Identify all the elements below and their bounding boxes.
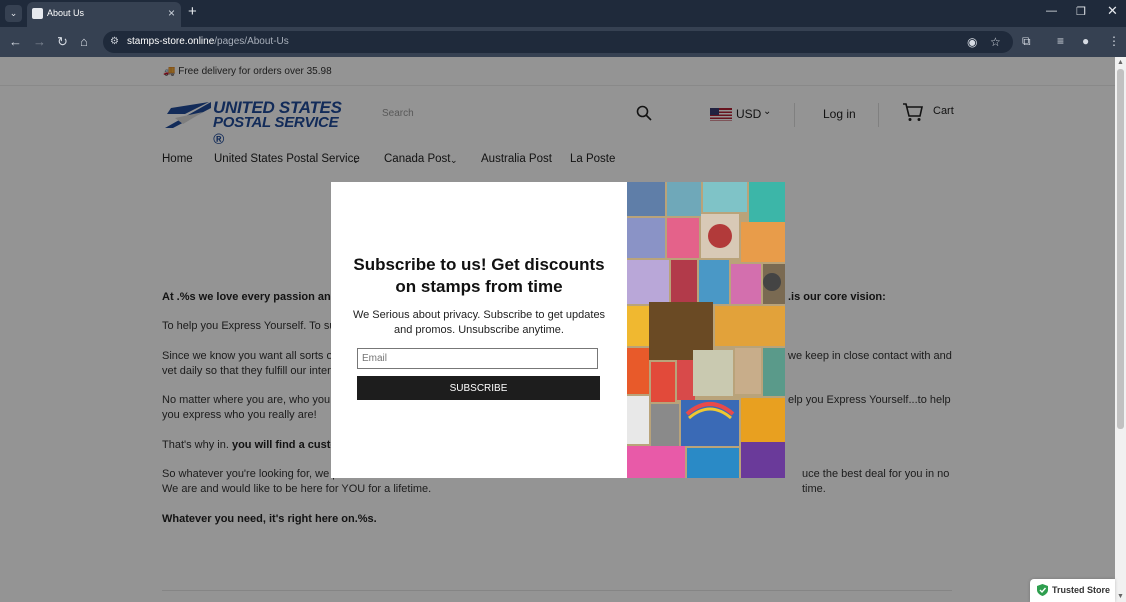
- media-icon[interactable]: ≡: [1057, 34, 1064, 48]
- subscribe-button[interactable]: SUBSCRIBE: [357, 376, 600, 400]
- modal-title: Subscribe to us! Get discounts on stamps…: [353, 255, 605, 296]
- eye-off-icon[interactable]: ◉: [967, 35, 977, 49]
- shield-check-icon: [1037, 584, 1048, 596]
- minimize-icon[interactable]: —: [1046, 5, 1057, 17]
- trusted-store-badge[interactable]: Trusted Store: [1030, 579, 1115, 602]
- trusted-store-label: Trusted Store: [1052, 585, 1111, 595]
- scrollbar-thumb[interactable]: [1117, 69, 1124, 429]
- tab-close-icon[interactable]: ×: [168, 6, 175, 20]
- stamp-collage-image: [627, 182, 785, 478]
- reload-icon[interactable]: ↻: [57, 34, 68, 50]
- forward-icon[interactable]: →: [33, 34, 46, 49]
- tab-search-button[interactable]: ⌄: [5, 5, 22, 22]
- bookmark-star-icon[interactable]: ☆: [990, 35, 1001, 49]
- menu-icon[interactable]: ⋮: [1108, 34, 1120, 48]
- modal-backdrop-top[interactable]: [0, 57, 1115, 179]
- browser-toolbar: ← → ↻ ⌂ ⚙ stamps-store.online/pages/Abou…: [0, 27, 1126, 57]
- email-field[interactable]: [357, 348, 598, 369]
- browser-tab[interactable]: About Us ×: [27, 2, 181, 27]
- browser-tab-bar: ⌄ About Us × + — ❐ ✕: [0, 0, 1126, 27]
- page-scrollbar[interactable]: ▲ ▼: [1115, 57, 1126, 602]
- address-bar[interactable]: ⚙ stamps-store.online/pages/About-Us ◉ ☆: [103, 31, 1013, 53]
- favicon-icon: [32, 8, 43, 19]
- extensions-icon[interactable]: ⧉: [1022, 34, 1031, 49]
- back-icon[interactable]: ←: [9, 34, 22, 49]
- site-info-icon[interactable]: ⚙: [110, 36, 119, 47]
- url-text: stamps-store.online/pages/About-Us: [127, 36, 289, 47]
- scroll-down-icon[interactable]: ▼: [1117, 593, 1124, 600]
- new-tab-icon[interactable]: +: [188, 3, 197, 20]
- tab-title: About Us: [47, 8, 85, 18]
- modal-description: We Serious about privacy. Subscribe to g…: [352, 309, 606, 336]
- profile-icon[interactable]: ●: [1082, 34, 1089, 48]
- window-close-icon[interactable]: ✕: [1107, 3, 1118, 19]
- home-icon[interactable]: ⌂: [80, 34, 88, 49]
- subscribe-modal: Subscribe to us! Get discounts on stamps…: [331, 182, 785, 478]
- restore-icon[interactable]: ❐: [1076, 5, 1086, 18]
- scroll-up-icon[interactable]: ▲: [1117, 59, 1124, 66]
